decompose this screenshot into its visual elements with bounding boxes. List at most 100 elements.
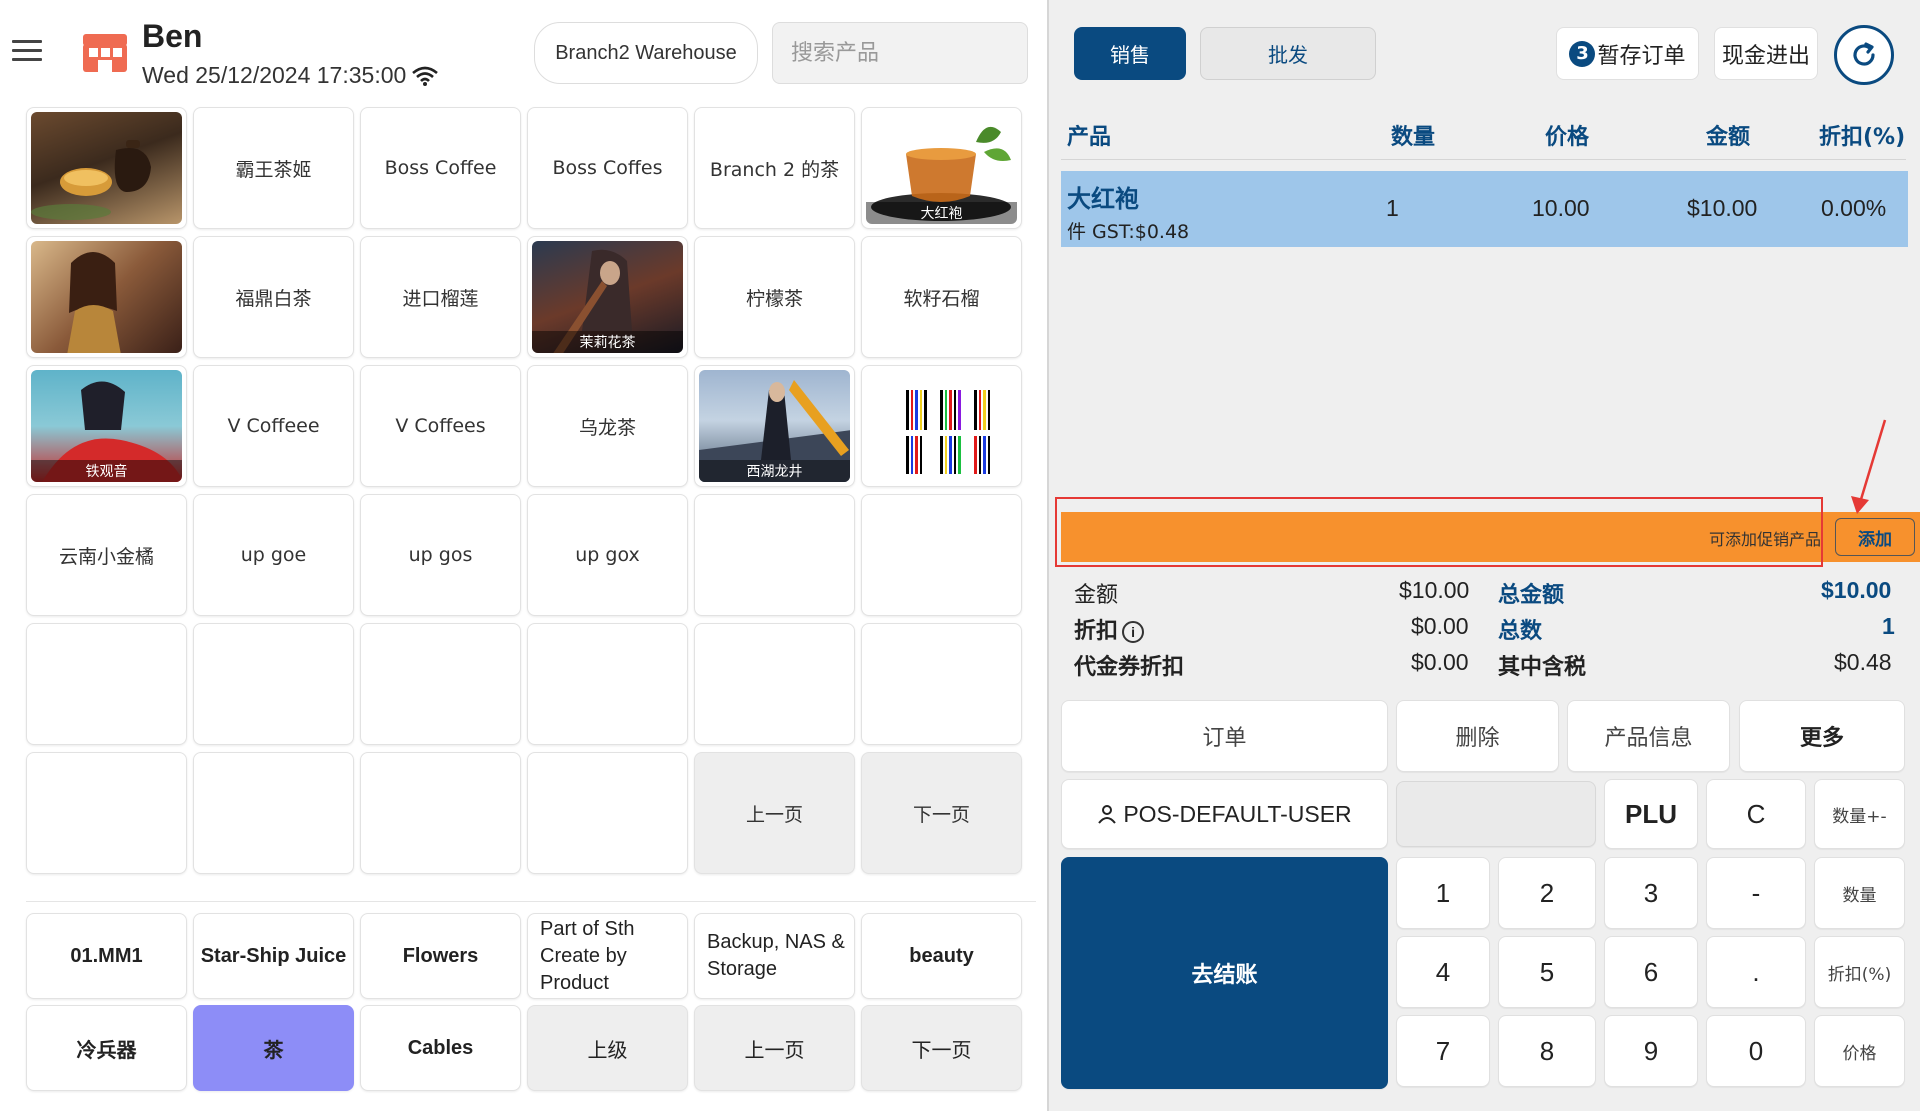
promo-add-button[interactable]: 添加 [1835, 518, 1915, 556]
order-table-header: 产品 数量 价格 金额 折扣(%) [1061, 110, 1906, 160]
keypad-6[interactable]: 6 [1604, 936, 1698, 1008]
summary-amount-label: 金额 [1074, 583, 1119, 608]
empty-tile [26, 623, 187, 745]
empty-tile [861, 494, 1022, 616]
checkout-button[interactable]: 去结账 [1061, 857, 1388, 1089]
annotation-arrow-icon [1851, 419, 1887, 514]
product-tile[interactable]: 茉莉花茶 [527, 236, 688, 358]
user-button[interactable]: POS-DEFAULT-USER [1061, 779, 1388, 849]
col-product: 产品 [1067, 124, 1112, 150]
keypad-4[interactable]: 4 [1396, 936, 1490, 1008]
keypad-input-display [1396, 781, 1596, 847]
order-item-sub: 件 GST:$0.48 [1067, 221, 1190, 243]
category-button[interactable]: Part of Sth Create by Product [527, 913, 688, 999]
empty-tile [694, 494, 855, 616]
product-tile[interactable]: 西湖龙井 [694, 365, 855, 487]
tab-sale[interactable]: 销售 [1074, 27, 1186, 80]
keypad-dot[interactable]: . [1706, 936, 1806, 1008]
product-prev-page-button[interactable]: 上一页 [694, 752, 855, 874]
product-tile[interactable] [861, 365, 1022, 487]
empty-tile [193, 623, 354, 745]
info-icon[interactable]: i [1122, 621, 1145, 643]
product-tile[interactable]: 福鼎白茶 [193, 236, 354, 358]
keypad-0[interactable]: 0 [1706, 1015, 1806, 1087]
keypad-9[interactable]: 9 [1604, 1015, 1698, 1087]
price-button[interactable]: 价格 [1814, 1015, 1905, 1087]
product-tile[interactable]: Branch 2 的茶 [694, 107, 855, 229]
category-button[interactable]: Flowers [360, 913, 521, 999]
category-button[interactable]: 01.MM1 [26, 913, 187, 999]
category-parent-button[interactable]: 上级 [527, 1005, 688, 1091]
order-item-qty: 1 [1386, 195, 1399, 221]
category-button[interactable]: Backup, NAS & Storage [694, 913, 855, 999]
summary-discount-value: $0.00 [1411, 613, 1469, 639]
delete-button[interactable]: 删除 [1396, 700, 1559, 772]
product-tile[interactable]: 铁观音 [26, 365, 187, 487]
summary-amount-value: $10.00 [1399, 577, 1470, 603]
qty-plus-minus-button[interactable]: 数量+- [1814, 779, 1905, 849]
held-orders-button[interactable]: 3 暂存订单 [1556, 27, 1699, 80]
summary-voucher-label: 代金券折扣 [1074, 655, 1185, 680]
product-info-button[interactable]: 产品信息 [1567, 700, 1730, 772]
discount-percent-button[interactable]: 折扣(%) [1814, 936, 1905, 1008]
product-search-input[interactable] [772, 22, 1028, 84]
category-button[interactable]: beauty [861, 913, 1022, 999]
keypad-2[interactable]: 2 [1498, 857, 1596, 929]
category-button[interactable]: Cables [360, 1005, 521, 1091]
order-button[interactable]: 订单 [1061, 700, 1388, 772]
category-prev-page-button[interactable]: 上一页 [694, 1005, 855, 1091]
product-caption: 铁观音 [31, 460, 182, 482]
keypad-7[interactable]: 7 [1396, 1015, 1490, 1087]
category-next-page-button[interactable]: 下一页 [861, 1005, 1022, 1091]
category-button[interactable]: Star-Ship Juice [193, 913, 354, 999]
more-button[interactable]: 更多 [1739, 700, 1905, 772]
product-tile[interactable]: 云南小金橘 [26, 494, 187, 616]
product-tile[interactable]: 霸王茶姬 [193, 107, 354, 229]
keypad-5[interactable]: 5 [1498, 936, 1596, 1008]
product-tile[interactable]: Boss Coffes [527, 107, 688, 229]
annotation-highlight-box [1055, 497, 1823, 567]
user-label: POS-DEFAULT-USER [1123, 800, 1352, 827]
category-divider [26, 901, 1036, 902]
summary-voucher-value: $0.00 [1411, 649, 1469, 675]
qty-button[interactable]: 数量 [1814, 857, 1905, 929]
product-panel: Ben Wed 25/12/2024 17:35:00 Branch2 Ware… [0, 0, 1047, 1111]
keypad-3[interactable]: 3 [1604, 857, 1698, 929]
warrior-gold-image [31, 241, 182, 353]
category-button[interactable]: 冷兵器 [26, 1005, 187, 1091]
product-grid: 霸王茶姬 Boss Coffee Boss Coffes Branch 2 的茶… [26, 107, 1022, 874]
product-tile[interactable]: up gox [527, 494, 688, 616]
keypad-minus[interactable]: - [1706, 857, 1806, 929]
product-next-page-button[interactable]: 下一页 [861, 752, 1022, 874]
tab-wholesale[interactable]: 批发 [1200, 27, 1376, 80]
summary-count-label: 总数 [1498, 619, 1543, 644]
product-tile[interactable]: 软籽石榴 [861, 236, 1022, 358]
keypad-8[interactable]: 8 [1498, 1015, 1596, 1087]
refresh-button[interactable] [1834, 25, 1894, 85]
order-row-selected[interactable]: 大红袍 件 GST:$0.48 1 10.00 $10.00 0.00% [1061, 171, 1908, 247]
clear-button[interactable]: C [1706, 779, 1806, 849]
teapot-image [31, 112, 182, 224]
product-tile[interactable]: 乌龙茶 [527, 365, 688, 487]
keypad-1[interactable]: 1 [1396, 857, 1490, 929]
product-tile[interactable]: up goe [193, 494, 354, 616]
product-tile[interactable]: V Coffees [360, 365, 521, 487]
refresh-icon [1853, 42, 1875, 66]
product-tile[interactable] [26, 236, 187, 358]
product-tile[interactable]: Boss Coffee [360, 107, 521, 229]
cash-in-out-button[interactable]: 现金进出 [1714, 27, 1818, 80]
product-tile[interactable]: V Coffeee [193, 365, 354, 487]
product-tile[interactable] [26, 107, 187, 229]
product-caption: 茉莉花茶 [532, 331, 683, 353]
product-tile[interactable]: up gos [360, 494, 521, 616]
menu-icon[interactable] [12, 40, 42, 62]
barcode-image [866, 370, 1017, 482]
col-discount: 折扣(%) [1819, 124, 1906, 150]
product-tile[interactable]: 进口榴莲 [360, 236, 521, 358]
product-tile[interactable]: 柠檬茶 [694, 236, 855, 358]
plu-button[interactable]: PLU [1604, 779, 1698, 849]
category-button-active[interactable]: 茶 [193, 1005, 354, 1091]
empty-tile [360, 752, 521, 874]
branch-selector-button[interactable]: Branch2 Warehouse [534, 22, 758, 84]
product-tile[interactable]: 大红袍 [861, 107, 1022, 229]
